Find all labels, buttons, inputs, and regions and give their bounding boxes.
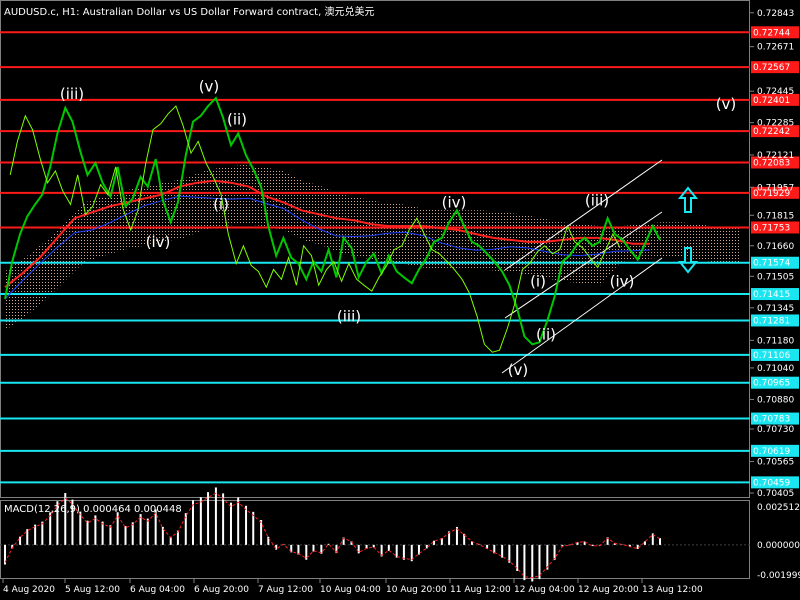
- y-tick-label: 0.71815: [757, 211, 794, 221]
- x-tick-label: 13 Aug 12:00: [642, 585, 703, 595]
- support-label: 0.71415: [753, 290, 790, 300]
- x-tick-label: 10 Aug 04:00: [320, 585, 381, 595]
- macd-title: MACD(12,26,9) 0.000464 0.000448: [4, 504, 182, 515]
- y-tick-label: 0.71957: [757, 183, 794, 193]
- x-tick-label: 6 Aug 04:00: [130, 585, 185, 595]
- y-tick-label: 0.71345: [757, 304, 794, 314]
- resistance-label: 0.72567: [753, 63, 790, 73]
- wave-label: (v): [508, 361, 529, 379]
- resistance-label: 0.72744: [753, 28, 790, 38]
- wave-label: (iv): [146, 233, 171, 251]
- chart-title: AUDUSD.c, H1: Australian Dollar vs US Do…: [4, 7, 375, 18]
- y-tick-label: 0.72843: [757, 9, 794, 19]
- support-label: 0.70619: [753, 447, 790, 457]
- x-tick-label: 12 Aug 20:00: [578, 585, 639, 595]
- wave-label: (iv): [610, 272, 635, 290]
- x-tick-label: 12 Aug 04:00: [514, 585, 575, 595]
- macd-tick-label: 0.002512: [757, 503, 800, 513]
- y-tick-label: 0.70880: [757, 395, 794, 405]
- wave-label: (iii): [585, 192, 609, 210]
- wave-label: (ii): [227, 111, 247, 129]
- y-tick-label: 0.71180: [757, 336, 794, 346]
- y-tick-label: 0.72671: [757, 43, 794, 53]
- y-tick-label: 0.72445: [757, 87, 794, 97]
- x-tick-label: 10 Aug 20:00: [386, 585, 447, 595]
- wave-label: (v): [716, 95, 737, 113]
- y-tick-label: 0.70405: [757, 489, 794, 499]
- wave-label: (iv): [442, 193, 467, 211]
- macd-tick-label: 0.000000: [757, 541, 800, 551]
- support-label: 0.71281: [753, 316, 790, 326]
- y-tick-label: 0.71505: [757, 272, 794, 282]
- resistance-label: 0.72401: [753, 96, 790, 106]
- y-tick-label: 0.71040: [757, 364, 794, 374]
- wave-label: (iii): [337, 308, 361, 326]
- y-tick-label: 0.70730: [757, 425, 794, 435]
- wave-label: (i): [213, 195, 229, 213]
- support-label: 0.70783: [753, 415, 790, 425]
- x-tick-label: 5 Aug 12:00: [65, 585, 120, 595]
- support-label: 0.70965: [753, 379, 790, 389]
- y-tick-label: 0.70565: [757, 457, 794, 467]
- x-tick-label: 7 Aug 12:00: [258, 585, 313, 595]
- resistance-label: 0.71753: [753, 223, 790, 233]
- y-tick-label: 0.72285: [757, 119, 794, 129]
- y-tick-label: 0.72121: [757, 151, 794, 161]
- wave-label: (iii): [60, 85, 84, 103]
- x-tick-label: 4 Aug 2020: [3, 585, 55, 595]
- wave-label: (ii): [536, 325, 556, 343]
- macd-tick-label: -0.001999: [757, 571, 800, 581]
- x-tick-label: 11 Aug 12:00: [450, 585, 511, 595]
- support-label: 0.70459: [753, 478, 790, 488]
- wave-label: (i): [530, 272, 546, 290]
- support-label: 0.71574: [753, 259, 790, 269]
- support-label: 0.71106: [753, 351, 790, 361]
- x-tick-label: 6 Aug 20:00: [194, 585, 249, 595]
- wave-label: (v): [199, 77, 220, 95]
- y-tick-label: 0.71660: [757, 242, 794, 252]
